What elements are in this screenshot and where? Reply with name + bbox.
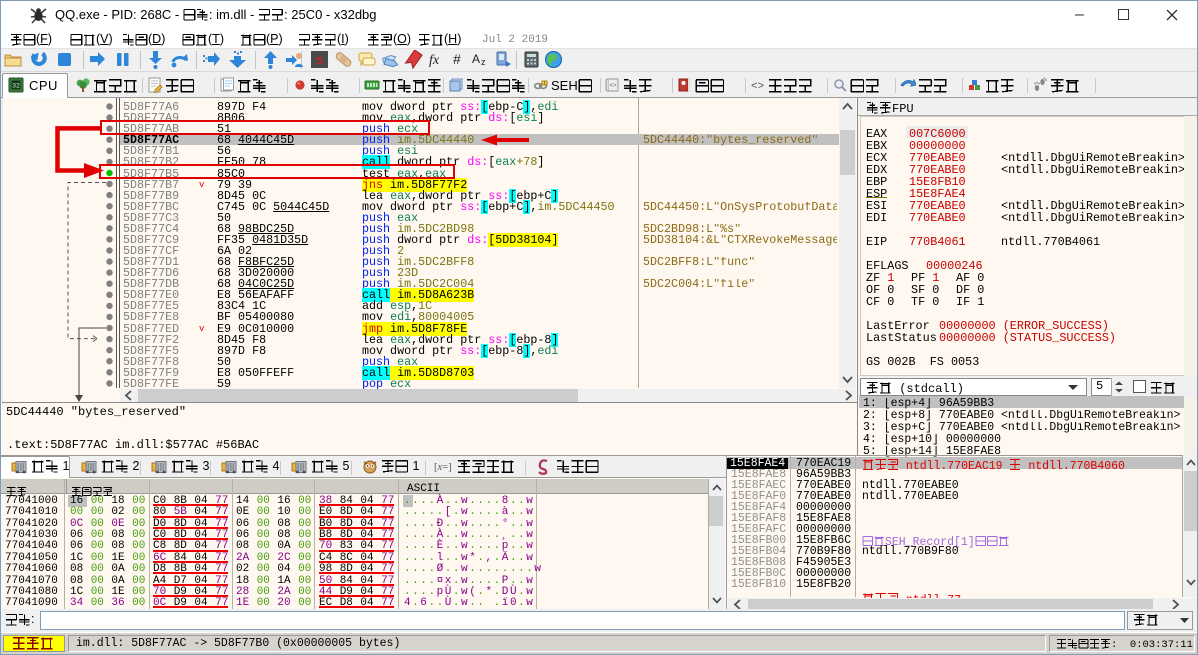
- svg-text:!: !: [544, 81, 545, 86]
- svg-text:fx: fx: [429, 53, 440, 68]
- svg-text:<>: <>: [609, 83, 617, 89]
- svg-text:z: z: [481, 57, 486, 67]
- svg-text:<>: <>: [751, 81, 764, 93]
- svg-text:A: A: [472, 52, 480, 66]
- svg-text:#: #: [453, 51, 461, 67]
- svg-text:S: S: [316, 52, 323, 67]
